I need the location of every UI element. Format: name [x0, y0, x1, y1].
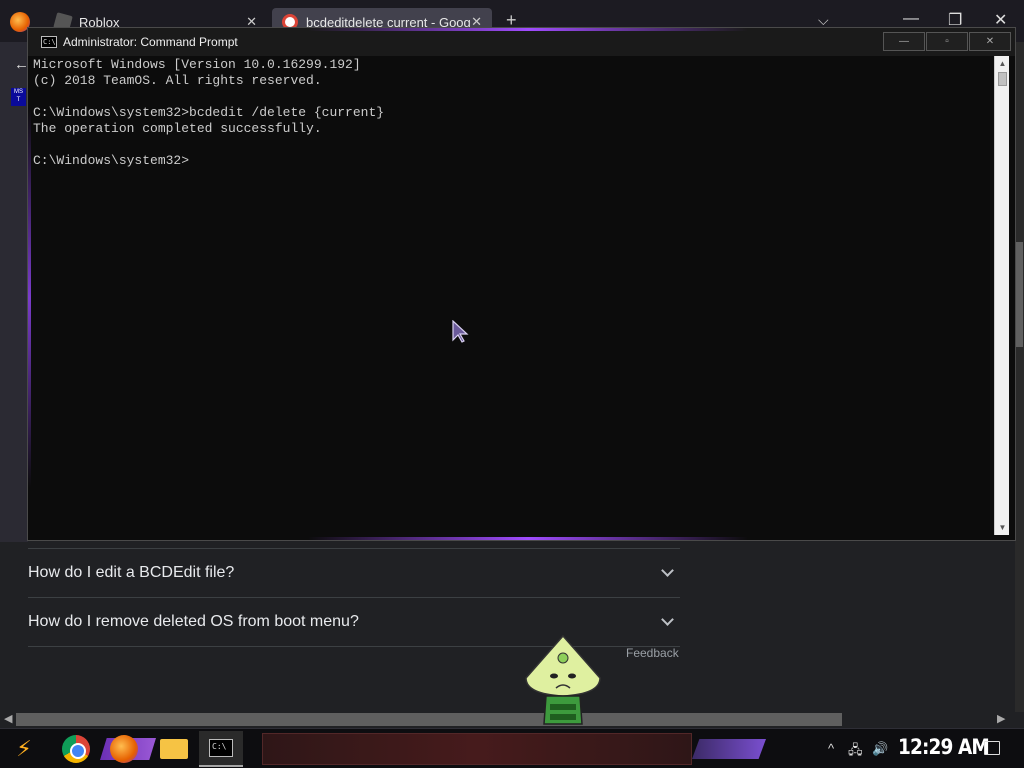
- command-prompt-window[interactable]: C:\ Administrator: Command Prompt — ▫ ✕ …: [27, 27, 1016, 541]
- chrome-taskbar-icon[interactable]: [62, 735, 90, 763]
- tray-overflow-chevron-icon[interactable]: ^: [828, 741, 834, 756]
- cmd-title-bar[interactable]: C:\ Administrator: Command Prompt — ▫ ✕: [28, 28, 1015, 56]
- browser-minimize-button[interactable]: —: [903, 10, 919, 28]
- cmd-console-output[interactable]: Microsoft Windows [Version 10.0.16299.19…: [33, 57, 993, 535]
- microsoft-favicon-icon: MS T: [11, 88, 26, 106]
- action-center-icon[interactable]: [984, 741, 1000, 755]
- cmd-window-title: Administrator: Command Prompt: [63, 35, 238, 49]
- faq-question: How do I edit a BCDEdit file?: [28, 564, 235, 581]
- cmd-minimize-button[interactable]: —: [883, 32, 925, 51]
- faq-item[interactable]: How do I edit a BCDEdit file?: [28, 549, 680, 598]
- taskbar-skin-decoration: [692, 739, 766, 759]
- scroll-down-icon[interactable]: ▼: [995, 520, 1010, 535]
- taskbar-clock[interactable]: 12:29 AM: [898, 735, 990, 759]
- console-line: The operation completed successfully.: [33, 121, 322, 136]
- cmd-scrollbar[interactable]: ▲ ▼: [994, 56, 1009, 535]
- scroll-right-icon[interactable]: ▶: [997, 712, 1005, 725]
- window-glow: [308, 28, 748, 31]
- feedback-link[interactable]: Feedback: [626, 646, 679, 660]
- horizontal-scrollbar[interactable]: ◀ ▶: [0, 711, 1015, 728]
- desktop: Roblox ✕ bcdeditdelete current - Goog ✕ …: [0, 0, 1024, 768]
- taskbar-skin-decoration: [262, 733, 692, 765]
- chevron-down-icon: [661, 564, 674, 577]
- console-line: C:\Windows\system32>bcdedit /delete {cur…: [33, 105, 385, 120]
- character-sticker-image: [525, 634, 601, 725]
- file-explorer-taskbar-icon[interactable]: [160, 739, 188, 759]
- cmd-scrollbar-thumb[interactable]: [998, 72, 1007, 86]
- browser-side-toolbar: [0, 42, 28, 542]
- window-glow: [308, 537, 748, 540]
- chevron-down-icon: [661, 613, 674, 626]
- scroll-up-icon[interactable]: ▲: [995, 56, 1010, 71]
- network-icon[interactable]: 🖧: [848, 741, 863, 763]
- cmd-app-icon: C:\: [41, 36, 57, 48]
- cmd-taskbar-icon: C:\: [209, 739, 233, 757]
- volume-icon[interactable]: 🔊: [872, 741, 888, 757]
- console-line: Microsoft Windows [Version 10.0.16299.19…: [33, 57, 361, 72]
- page-scrollbar[interactable]: [1015, 42, 1024, 712]
- horizontal-scrollbar-thumb[interactable]: [16, 713, 842, 726]
- faq-question: How do I remove deleted OS from boot men…: [28, 613, 359, 630]
- console-prompt[interactable]: C:\Windows\system32>: [33, 153, 993, 169]
- page-scrollbar-thumb[interactable]: [1016, 242, 1023, 347]
- firefox-taskbar-icon[interactable]: [110, 735, 138, 763]
- cmd-taskbar-button[interactable]: C:\: [199, 731, 243, 767]
- start-button[interactable]: ⚡: [10, 735, 38, 763]
- console-line: (c) 2018 TeamOS. All rights reserved.: [33, 73, 322, 88]
- mouse-cursor-icon: [452, 320, 469, 343]
- window-glow: [28, 108, 31, 488]
- scroll-left-icon[interactable]: ◀: [4, 712, 12, 725]
- cmd-maximize-button[interactable]: ▫: [926, 32, 968, 51]
- taskbar: ⚡ C:\ ^ 🖧 🔊 12:29 AM: [0, 728, 1024, 768]
- cmd-close-button[interactable]: ✕: [969, 32, 1011, 51]
